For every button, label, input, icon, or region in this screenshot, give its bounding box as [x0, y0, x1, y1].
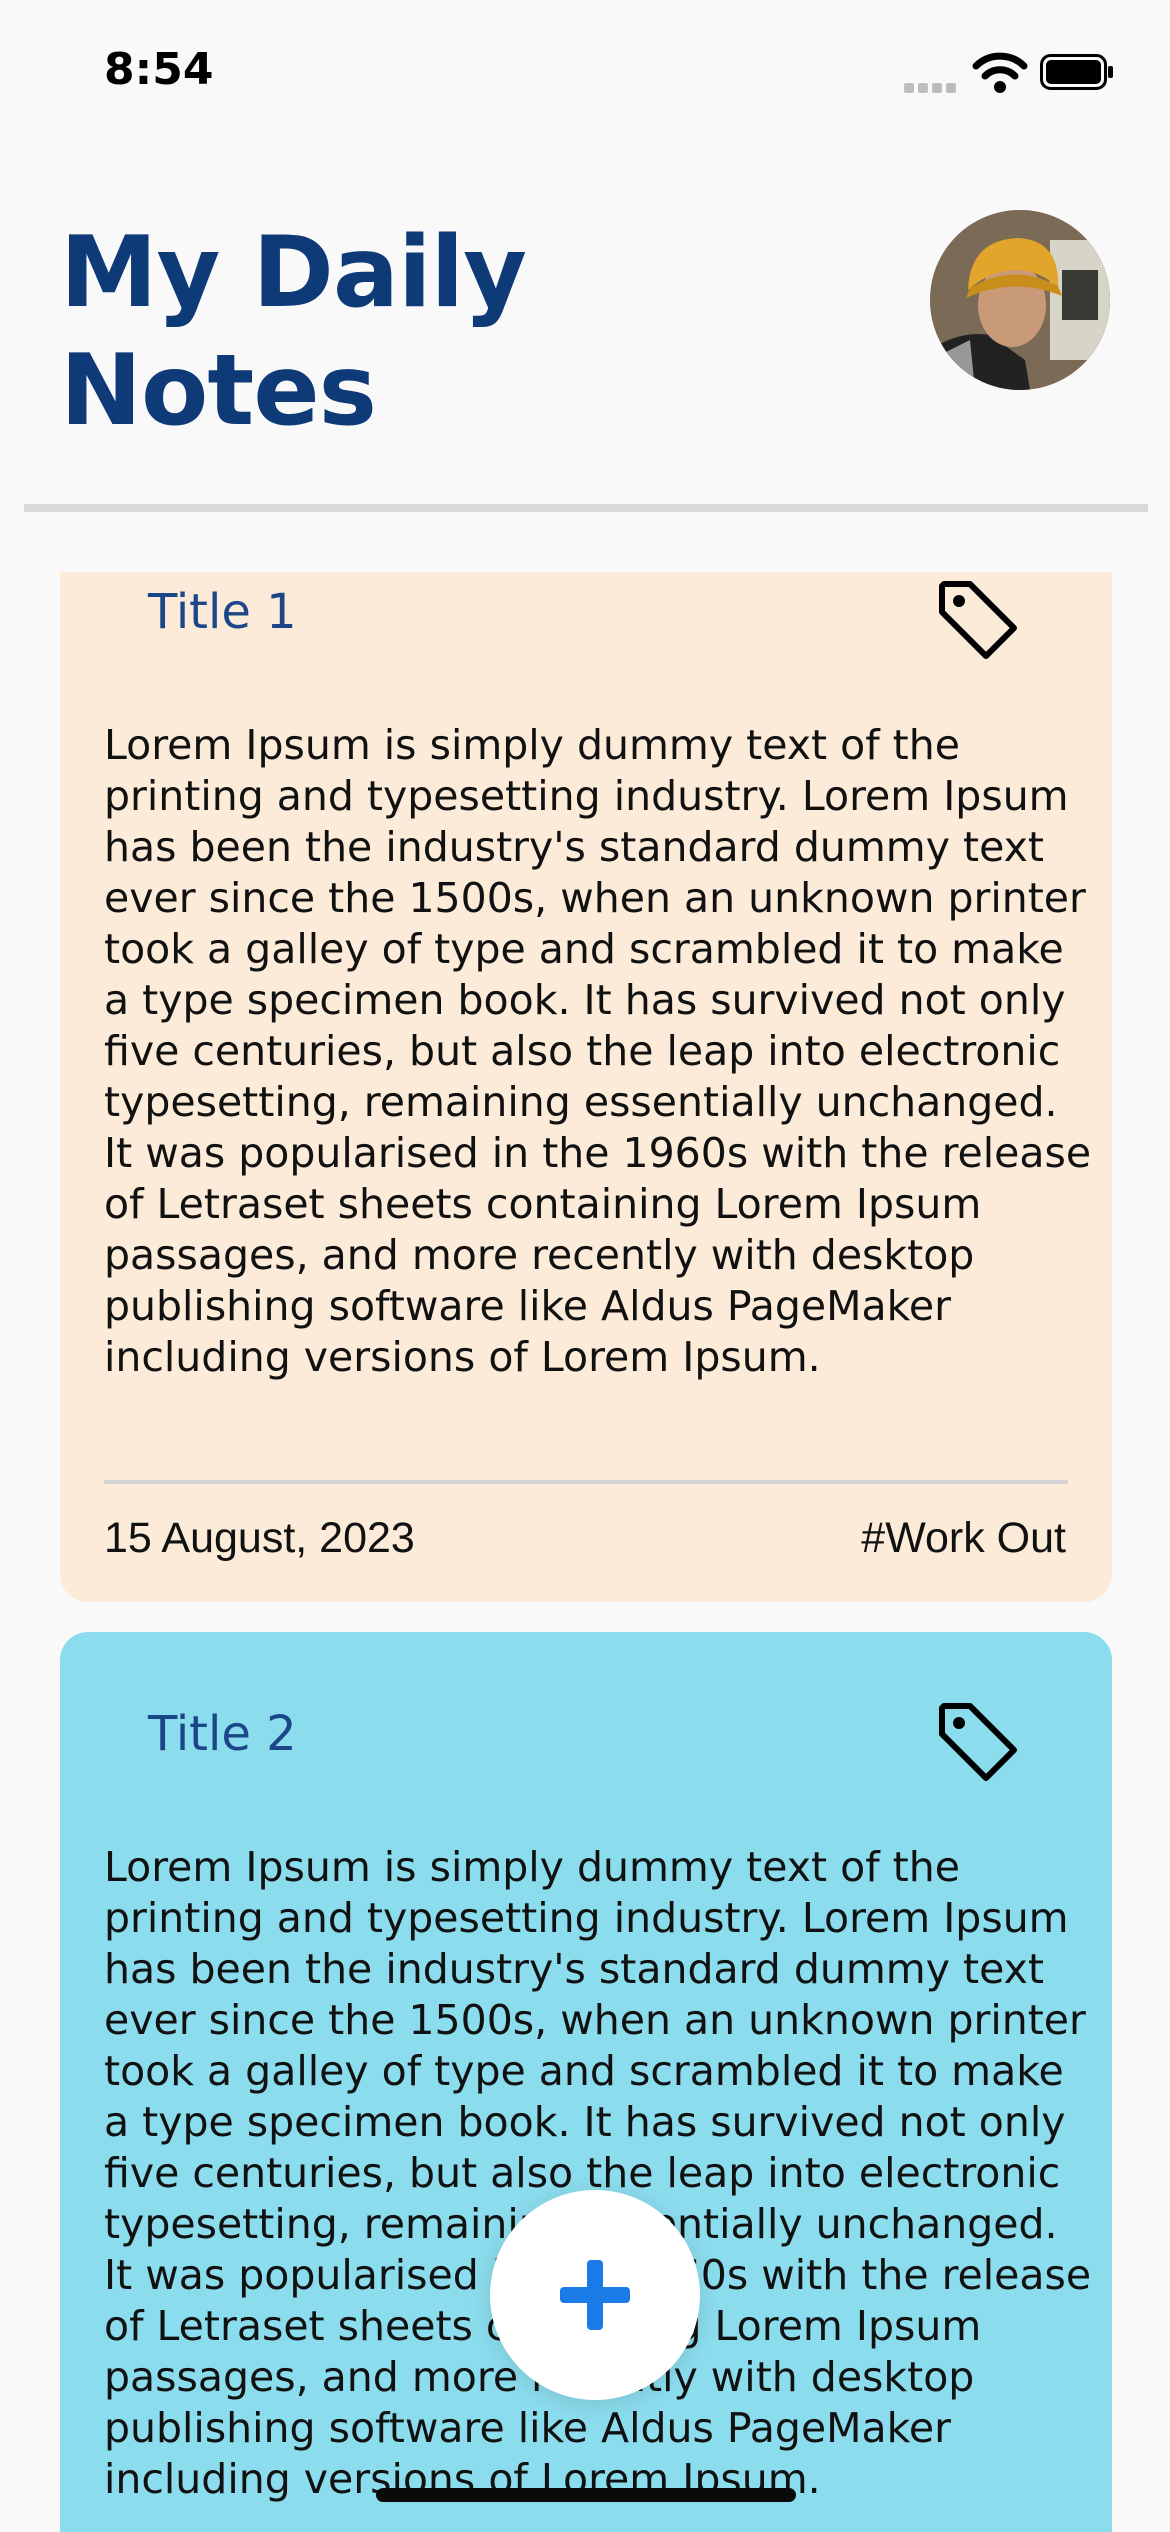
status-bar: 8:54 — [0, 0, 1170, 140]
plus-icon — [560, 2260, 630, 2330]
card-divider — [104, 1480, 1068, 1484]
header-divider — [24, 504, 1148, 512]
home-indicator — [376, 2488, 796, 2502]
page-title-line-2: Notes — [60, 334, 377, 448]
tag-icon[interactable] — [930, 572, 1026, 668]
wifi-icon — [972, 52, 1028, 93]
note-title: Title 2 — [148, 1706, 297, 1762]
avatar[interactable] — [930, 210, 1110, 390]
note-body: Lorem Ipsum is simply dummy text of the … — [104, 1843, 1092, 2503]
page-title: My Daily Notes — [60, 214, 527, 450]
avatar-photo — [930, 210, 1110, 390]
note-body: Lorem Ipsum is simply dummy text of the … — [104, 721, 1092, 1381]
page-title-line-1: My Daily — [60, 216, 527, 330]
note-title: Title 1 — [148, 584, 297, 640]
battery-icon — [1040, 54, 1113, 90]
note-card[interactable]: Title 1 Lorem Ipsum is simply dummy text… — [60, 572, 1112, 1602]
status-time: 8:54 — [104, 44, 214, 95]
note-date: 15 August, 2023 — [104, 1514, 415, 1562]
signal-icon — [904, 80, 960, 93]
note-tag: #Work Out — [861, 1514, 1066, 1562]
add-note-button[interactable] — [490, 2190, 700, 2400]
tag-icon[interactable] — [930, 1694, 1026, 1790]
